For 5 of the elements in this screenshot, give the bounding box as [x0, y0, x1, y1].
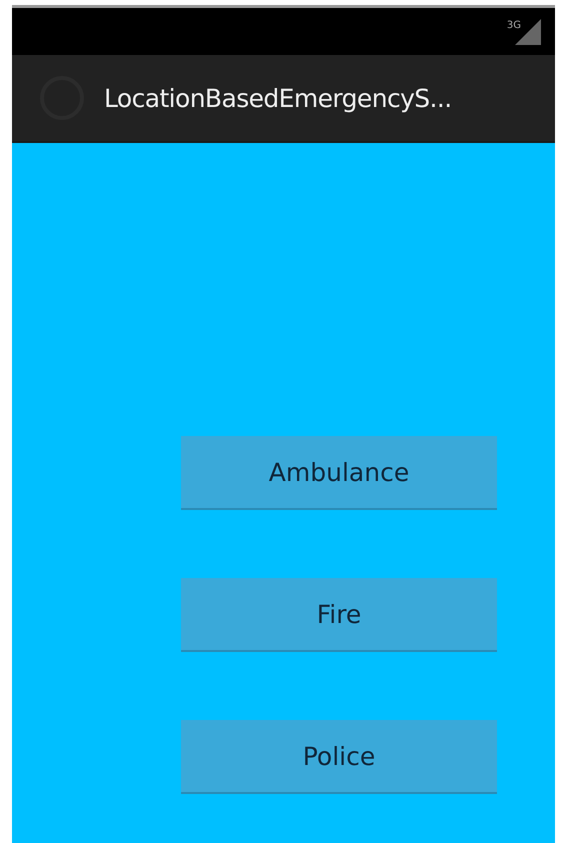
- emergency-button[interactable]: Ambulance: [181, 436, 497, 510]
- emergency-button[interactable]: Fire: [181, 578, 497, 652]
- network-type: 3G: [506, 20, 521, 30]
- app-title: LocationBasedEmergencyS...: [104, 84, 452, 112]
- emergency-button[interactable]: Police: [181, 720, 497, 794]
